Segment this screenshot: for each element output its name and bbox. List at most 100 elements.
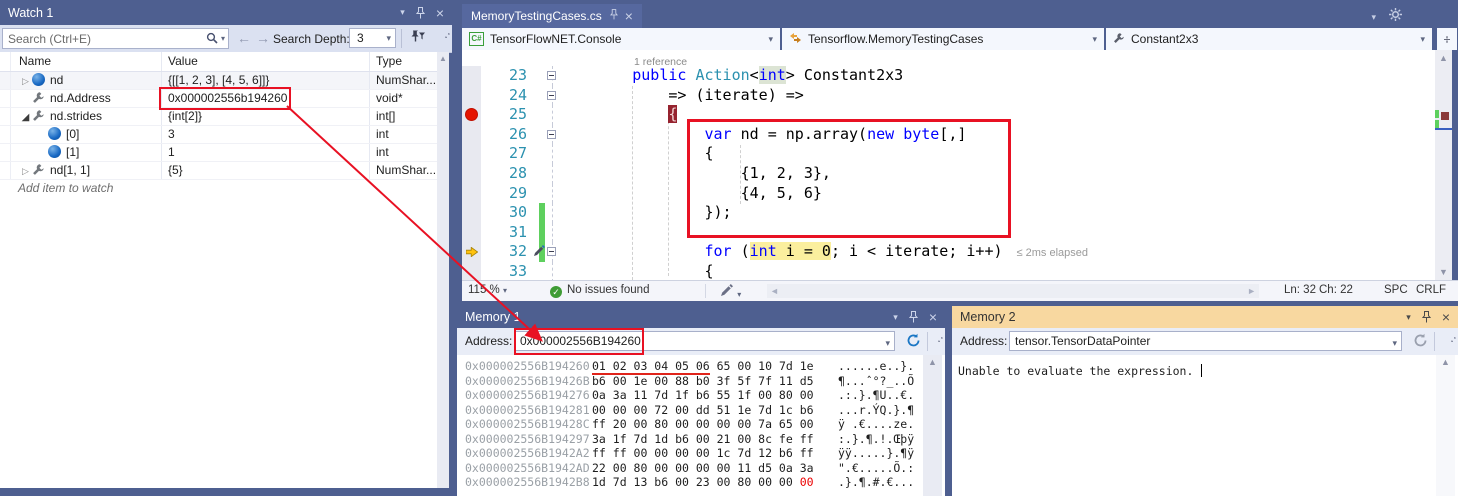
fold-margin[interactable]	[545, 223, 560, 243]
fold-margin[interactable]	[545, 184, 560, 204]
window-menu-chevron-icon[interactable]: ▾	[893, 312, 898, 323]
watch-search-box[interactable]: ▾	[2, 28, 229, 49]
fold-margin[interactable]	[545, 164, 560, 184]
watch-value-cell[interactable]: 3	[161, 126, 369, 143]
watch-value-cell[interactable]: 1	[161, 144, 369, 161]
gear-icon[interactable]	[1389, 8, 1402, 26]
search-icon[interactable]: ▾	[206, 32, 225, 45]
search-input[interactable]	[3, 29, 193, 48]
code-line[interactable]: 25 {	[462, 105, 1435, 125]
issues-indicator[interactable]: ✓No issues found	[550, 284, 649, 298]
memory1-address-input[interactable]: ▾	[514, 331, 895, 351]
editor-vertical-scrollbar[interactable]: ▲ ▼	[1435, 50, 1452, 280]
close-icon[interactable]: ×	[436, 6, 444, 20]
watch-row[interactable]: ◢nd.strides{int[2]}int[]	[0, 108, 437, 126]
code-line[interactable]: 23 public Action<int> Constant2x3	[462, 66, 1435, 86]
breakpoint-margin[interactable]	[462, 164, 481, 184]
watch-value-cell[interactable]: {[[1, 2, 3], [4, 5, 6]]}	[161, 72, 369, 89]
toolbar-overflow-icon[interactable]: ..	[931, 329, 947, 345]
breakpoint-margin[interactable]	[462, 144, 481, 164]
code-editor[interactable]: 1 reference 23 public Action<int> Consta…	[462, 50, 1435, 280]
memory2-titlebar[interactable]: Memory 2 ▾ ×	[952, 306, 1458, 328]
member-dropdown[interactable]: Constant2x3 ▾	[1106, 28, 1432, 50]
window-menu-chevron-icon[interactable]: ▾	[400, 7, 405, 18]
fold-margin[interactable]	[545, 203, 560, 223]
search-forward-icon[interactable]: →	[256, 30, 270, 46]
fold-margin[interactable]	[545, 86, 560, 106]
column-header-name[interactable]: Name	[11, 52, 161, 71]
scroll-down-icon[interactable]: ▼	[1435, 267, 1452, 277]
watch-titlebar[interactable]: Watch 1 ▾ ×	[0, 0, 452, 25]
memory-row[interactable]: 0x000002556B19428100 00 00 72 00 dd 51 1…	[457, 403, 945, 418]
split-editor-button[interactable]	[1437, 28, 1457, 50]
column-header-value[interactable]: Value	[161, 52, 369, 71]
project-dropdown[interactable]: C# TensorFlowNET.Console ▾	[462, 28, 780, 50]
window-menu-chevron-icon[interactable]: ▾	[1406, 312, 1411, 323]
breakpoint-margin[interactable]	[462, 125, 481, 145]
breakpoint-margin[interactable]	[462, 86, 481, 106]
pin-icon[interactable]	[909, 311, 918, 323]
scroll-left-icon[interactable]: ◄	[770, 286, 779, 296]
search-back-icon[interactable]: ←	[237, 30, 251, 46]
watch-row[interactable]: ▷nd{[[1, 2, 3], [4, 5, 6]]}NumShar...	[0, 72, 437, 90]
memory1-titlebar[interactable]: Memory 1 ▾ ×	[457, 306, 945, 328]
memory1-hex-view[interactable]: 0x000002556B19426001 02 03 04 05 06 65 0…	[457, 355, 945, 496]
code-line[interactable]: 24 => (iterate) =>	[462, 86, 1435, 106]
memory-row[interactable]: 0x000002556B19428Cff 20 00 80 00 00 00 0…	[457, 417, 945, 432]
scroll-right-icon[interactable]: ►	[1247, 286, 1256, 296]
watch-row[interactable]: [0]3int	[0, 126, 437, 144]
memory-row[interactable]: 0x000002556B1942B81d 7d 13 b6 00 23 00 8…	[457, 475, 945, 490]
close-icon[interactable]: ×	[1442, 310, 1450, 324]
code-line[interactable]: 31	[462, 223, 1435, 243]
status-line-ending[interactable]: CRLF	[1416, 284, 1446, 296]
memory1-scrollbar[interactable]: ▲	[923, 355, 942, 496]
watch-row[interactable]: [1]1int	[0, 144, 437, 162]
code-line[interactable]: 27 {	[462, 144, 1435, 164]
toolbar-overflow-icon[interactable]: ..	[1444, 329, 1458, 345]
pin-icon[interactable]	[416, 7, 425, 19]
refresh-icon[interactable]	[1413, 333, 1428, 351]
memory2-view[interactable]: Unable to evaluate the expression.	[952, 355, 1458, 496]
fold-margin[interactable]	[545, 125, 560, 145]
memory-row[interactable]: 0x000002556B19426001 02 03 04 05 06 65 0…	[457, 359, 945, 374]
fold-margin[interactable]	[545, 262, 560, 280]
column-header-type[interactable]: Type	[369, 52, 437, 71]
watch-value-cell[interactable]: {int[2]}	[161, 108, 369, 125]
close-icon[interactable]: ×	[929, 310, 937, 324]
address-input[interactable]	[1010, 332, 1388, 350]
add-watch-item-row[interactable]: Add item to watch	[0, 180, 437, 197]
zoom-level-select[interactable]: 115 % ▾	[468, 284, 507, 296]
tab-close-icon[interactable]: ×	[625, 9, 633, 23]
horizontal-scrollbar[interactable]: ◄ ►	[767, 284, 1259, 298]
breakpoint-margin[interactable]	[462, 105, 481, 125]
tab-pin-icon[interactable]	[610, 9, 618, 23]
scroll-up-icon[interactable]: ▲	[1435, 50, 1452, 63]
code-line[interactable]: 32 for (int i = 0; i < iterate; i++)≤ 2m…	[462, 242, 1435, 262]
fold-margin[interactable]	[545, 242, 560, 262]
pin-filter-icon[interactable]	[408, 29, 426, 49]
code-line[interactable]: 33 {	[462, 262, 1435, 280]
watch-row[interactable]: nd.Address0x000002556b194260void*	[0, 90, 437, 108]
watch-value-cell[interactable]: {5}	[161, 162, 369, 179]
code-line[interactable]: 28 {1, 2, 3},	[462, 164, 1435, 184]
watch-value-cell[interactable]: 0x000002556b194260	[161, 90, 369, 107]
memory-row[interactable]: 0x000002556B1942973a 1f 7d 1d b6 00 21 0…	[457, 432, 945, 447]
status-spaces-mode[interactable]: SPC	[1384, 284, 1408, 296]
search-depth-select[interactable]: 3 ▾	[349, 28, 396, 48]
fold-margin[interactable]	[545, 144, 560, 164]
refresh-icon[interactable]	[906, 333, 921, 351]
class-dropdown[interactable]: Tensorflow.MemoryTestingCases ▾	[782, 28, 1104, 50]
watch-row[interactable]: ▷nd[1, 1]{5}NumShar...	[0, 162, 437, 180]
breakpoint-margin[interactable]	[462, 184, 481, 204]
breakpoint-margin[interactable]	[462, 262, 481, 280]
fold-margin[interactable]	[545, 105, 560, 125]
document-list-chevron-icon[interactable]: ▾	[1371, 12, 1376, 23]
pin-icon[interactable]	[1422, 311, 1431, 323]
memory-row[interactable]: 0x000002556B1942A2ff ff 00 00 00 00 1c 7…	[457, 446, 945, 461]
watch-scrollbar[interactable]: ▲	[437, 52, 449, 488]
address-input[interactable]	[515, 332, 881, 350]
memory-row[interactable]: 0x000002556B19426Bb6 00 1e 00 88 b0 3f 5…	[457, 374, 945, 389]
memory-row[interactable]: 0x000002556B1942AD22 00 80 00 00 00 00 1…	[457, 461, 945, 476]
document-tab[interactable]: MemoryTestingCases.cs ×	[462, 4, 642, 28]
breakpoint-margin[interactable]	[462, 66, 481, 86]
